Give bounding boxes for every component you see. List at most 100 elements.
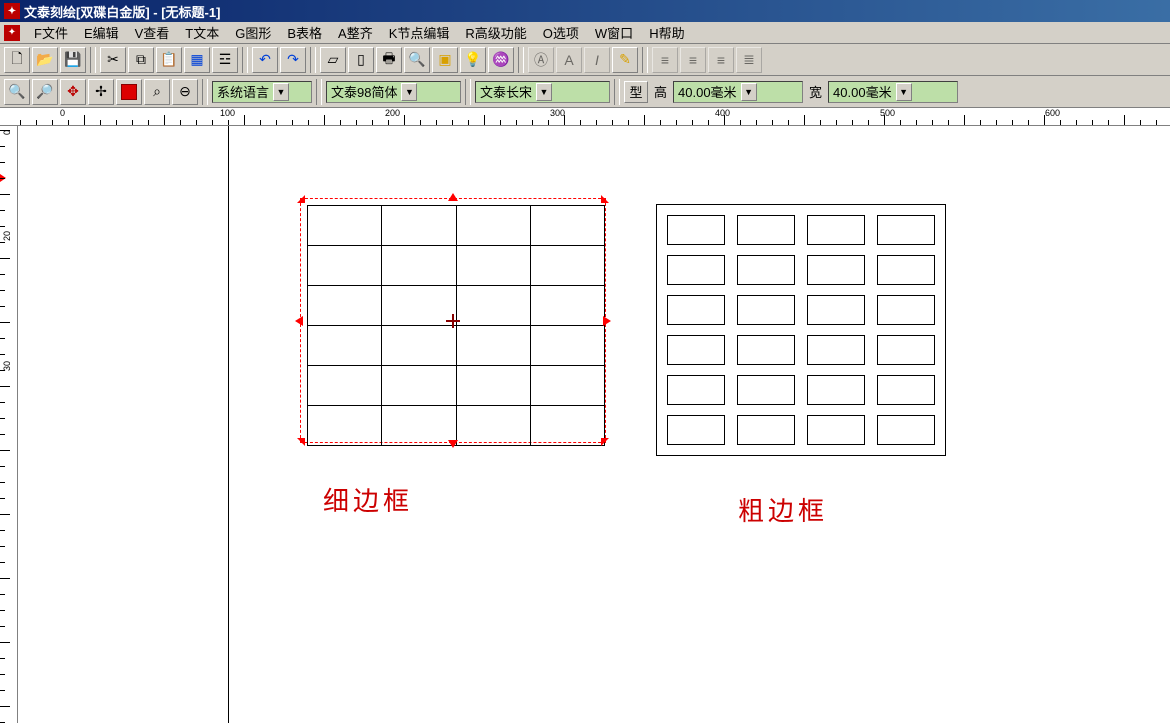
- ruler-tick: [308, 120, 309, 125]
- preview-icon: 🔍: [408, 51, 425, 68]
- delete-button[interactable]: ▱: [320, 47, 346, 73]
- dropdown-arrow-icon: ▼: [741, 83, 757, 101]
- ruler-tick: [0, 194, 10, 195]
- ruler-tick: [132, 120, 133, 125]
- menu-help[interactable]: H帮助: [641, 21, 692, 44]
- ruler-tick: [0, 162, 5, 163]
- menu-edit[interactable]: E编辑: [76, 21, 127, 44]
- ruler-tick: [964, 115, 965, 125]
- save-button[interactable]: 💾: [60, 47, 86, 73]
- ruler-tick: [948, 120, 949, 125]
- align-right-button[interactable]: ≡: [708, 47, 734, 73]
- ruler-tick: [1108, 120, 1109, 125]
- width-combo[interactable]: 40.00毫米 ▼: [828, 81, 958, 103]
- output-button[interactable]: ▣: [432, 47, 458, 73]
- menu-view[interactable]: V查看: [127, 21, 178, 44]
- align-center-button[interactable]: ≡: [680, 47, 706, 73]
- selection-handle-icon[interactable]: [297, 195, 305, 203]
- edit-text-button[interactable]: ✎: [612, 47, 638, 73]
- copy-button[interactable]: ⧉: [128, 47, 154, 73]
- height-combo[interactable]: 40.00毫米 ▼: [673, 81, 803, 103]
- menu-table[interactable]: B表格: [279, 21, 330, 44]
- ruler-tick: [276, 120, 277, 125]
- align-left-button[interactable]: ≡: [652, 47, 678, 73]
- zoom-region-button[interactable]: ⌕: [144, 79, 170, 105]
- selection-rect[interactable]: [300, 198, 606, 443]
- selection-handle-icon[interactable]: [295, 316, 303, 326]
- ruler-tick: [0, 674, 5, 675]
- light-button[interactable]: 💡: [460, 47, 486, 73]
- ruler-tick: [852, 120, 853, 125]
- ruler-tick: [100, 120, 101, 125]
- zoom-in-button[interactable]: 🔍: [4, 79, 30, 105]
- menu-node[interactable]: K节点编辑: [381, 21, 458, 44]
- height-value: 40.00毫米: [678, 82, 737, 101]
- ruler-tick: [596, 120, 597, 125]
- menu-options[interactable]: O选项: [535, 21, 587, 44]
- ruler-tick: [0, 610, 5, 611]
- ruler-tick: [676, 120, 677, 125]
- fill-button[interactable]: [116, 79, 142, 105]
- ruler-tick: [356, 120, 357, 125]
- ruler-tick: [0, 482, 5, 483]
- italic-button[interactable]: I: [584, 47, 610, 73]
- ruler-tick: [788, 120, 789, 125]
- move-button[interactable]: ✢: [88, 79, 114, 105]
- ruler-tick: [532, 120, 533, 125]
- separator: [242, 47, 248, 73]
- preview-button[interactable]: 🔍: [404, 47, 430, 73]
- undo-button[interactable]: ↶: [252, 47, 278, 73]
- selection-handle-icon[interactable]: [603, 316, 611, 326]
- cut-button[interactable]: ✂: [100, 47, 126, 73]
- ruler-tick-label: 600: [1045, 108, 1060, 118]
- new-button[interactable]: 🗋: [4, 47, 30, 73]
- zoom-out-button[interactable]: 🔎: [32, 79, 58, 105]
- ruler-tick: [1076, 120, 1077, 125]
- print-button[interactable]: 🖶: [376, 47, 402, 73]
- style-button[interactable]: 型: [624, 81, 648, 103]
- align-justify-button[interactable]: ≣: [736, 47, 762, 73]
- selection-handle-icon[interactable]: [448, 193, 458, 201]
- menu-graphic[interactable]: G图形: [227, 21, 279, 44]
- menu-arrange[interactable]: A整齐: [330, 21, 381, 44]
- props-button[interactable]: ☲: [212, 47, 238, 73]
- selection-handle-icon[interactable]: [601, 195, 609, 203]
- ruler-tick: [0, 146, 5, 147]
- copy-icon: ⧉: [136, 51, 146, 68]
- ruler-tick: [0, 706, 10, 707]
- zoom-actual-button[interactable]: ⊖: [172, 79, 198, 105]
- menu-window[interactable]: W窗口: [587, 21, 641, 44]
- paste-button[interactable]: 📋: [156, 47, 182, 73]
- canvas[interactable]: 细边框 粗边框: [18, 126, 1170, 723]
- grid-button[interactable]: ▦: [184, 47, 210, 73]
- selection-handle-icon[interactable]: [601, 438, 609, 446]
- open-button[interactable]: 📂: [32, 47, 58, 73]
- ruler-tick: [0, 402, 5, 403]
- ruler-tick: [1028, 120, 1029, 125]
- ruler-tick-label: 300: [550, 108, 565, 118]
- redo-button[interactable]: ↷: [280, 47, 306, 73]
- zoom-in-icon: 🔍: [8, 83, 25, 100]
- menu-file[interactable]: F文件: [26, 21, 76, 44]
- lang-combo[interactable]: 系统语言 ▼: [212, 81, 312, 103]
- page-button[interactable]: ▯: [348, 47, 374, 73]
- menu-text[interactable]: T文本: [177, 21, 227, 44]
- ruler-tick: [628, 120, 629, 125]
- selection-handle-icon[interactable]: [448, 440, 458, 448]
- text-tool-button[interactable]: Ⓐ: [528, 47, 554, 73]
- zoom-fit-button[interactable]: ✥: [60, 79, 86, 105]
- align-justify-icon: ≣: [743, 51, 755, 68]
- menu-advanced[interactable]: R高级功能: [457, 21, 534, 44]
- ruler-tick: [708, 120, 709, 125]
- ruler-tick: [0, 578, 10, 579]
- ruler-tick: [324, 115, 325, 125]
- selection-handle-icon[interactable]: [297, 438, 305, 446]
- zoom-region-icon: ⌕: [153, 83, 161, 100]
- thick-border-table[interactable]: [656, 204, 946, 456]
- font1-combo[interactable]: 文泰98简体 ▼: [326, 81, 461, 103]
- font-button[interactable]: A: [556, 47, 582, 73]
- ruler-tick: [724, 115, 725, 125]
- font2-combo[interactable]: 文泰长宋 ▼: [475, 81, 610, 103]
- plot-button[interactable]: ♒: [488, 47, 514, 73]
- separator: [465, 79, 471, 105]
